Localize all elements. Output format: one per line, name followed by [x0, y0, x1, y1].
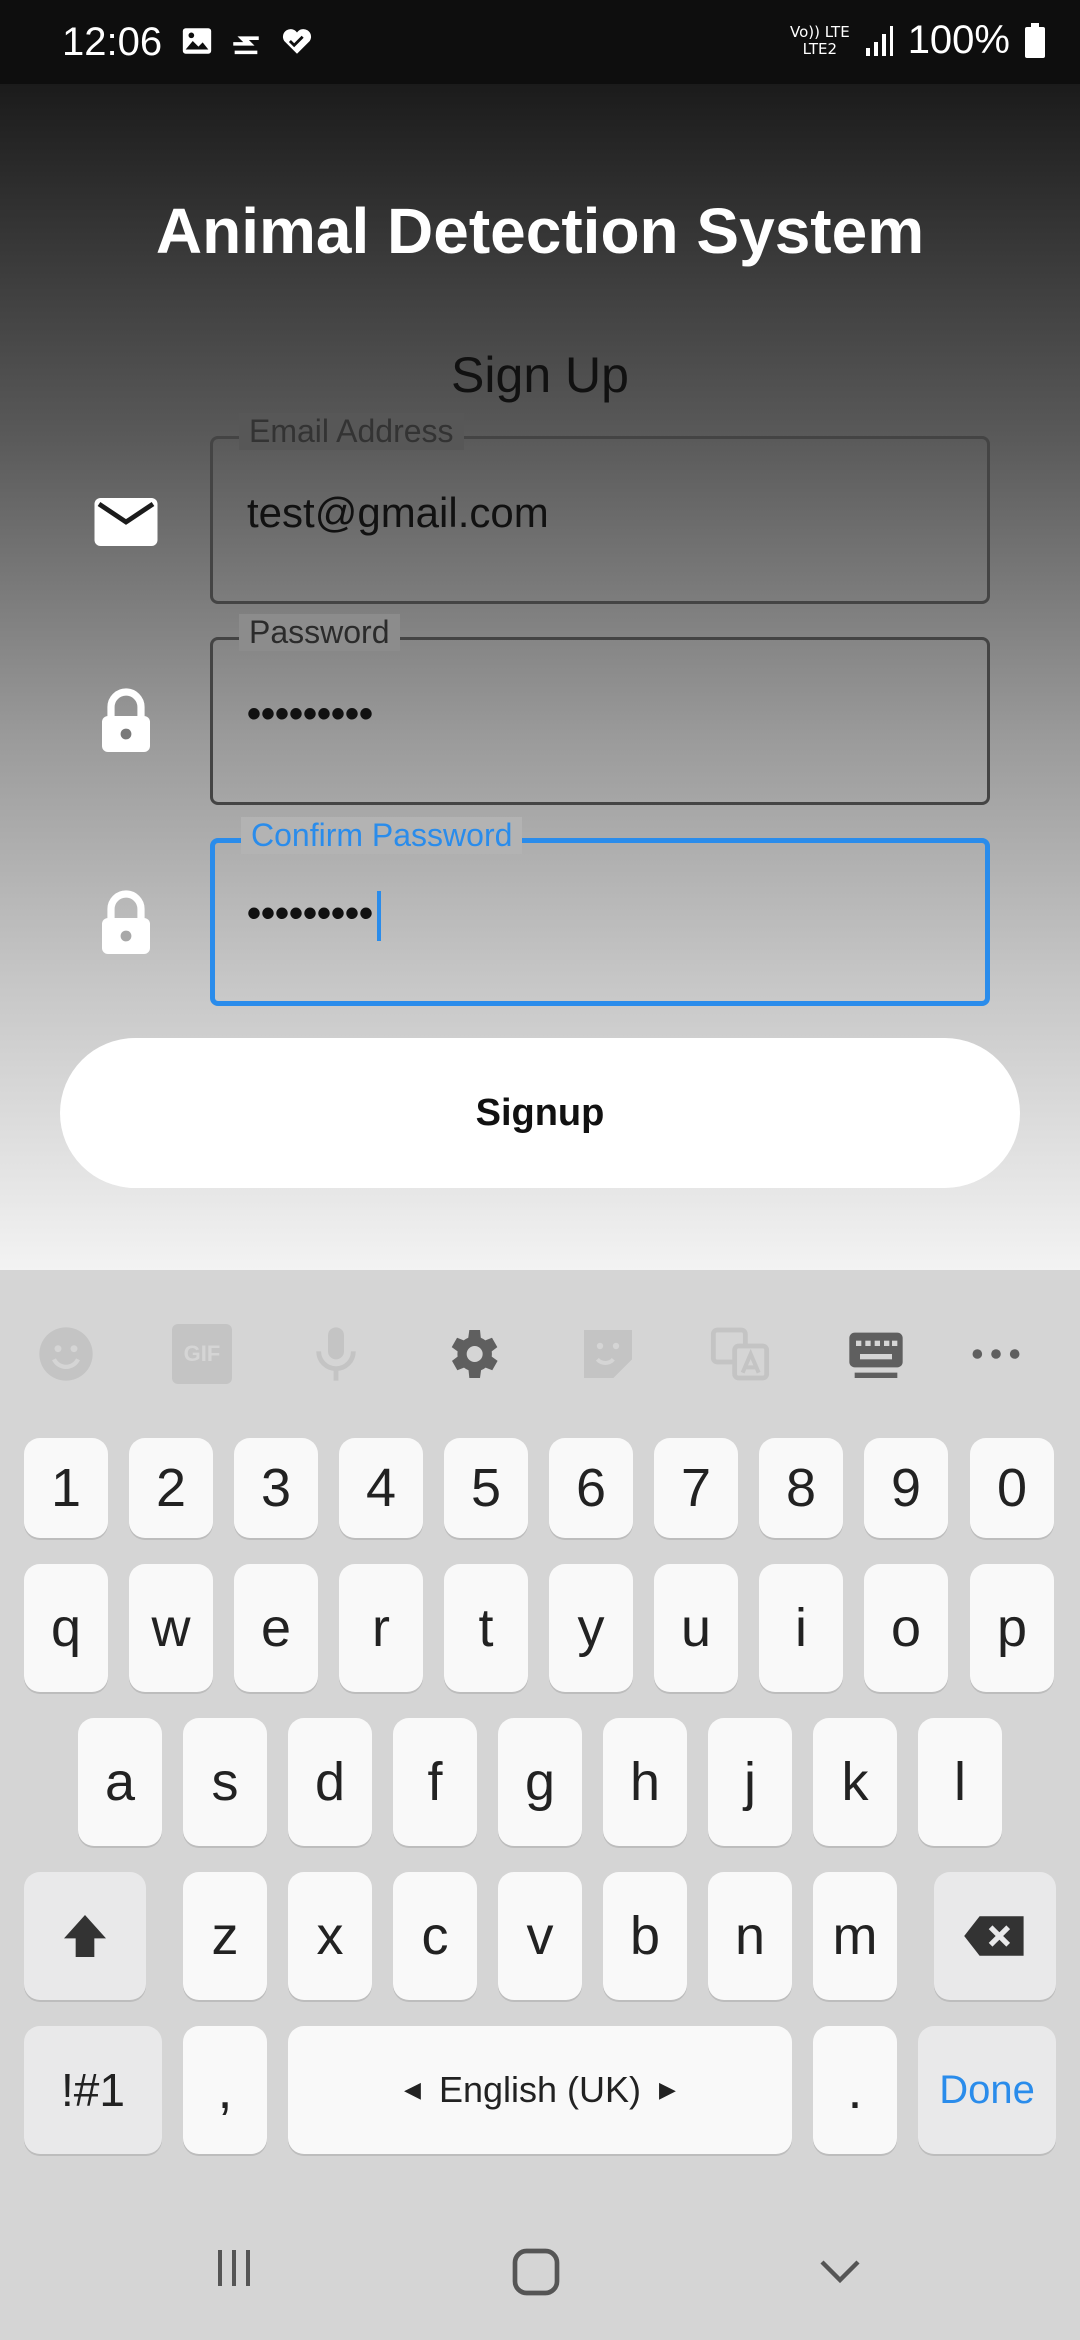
- key-v[interactable]: v: [498, 1872, 582, 2000]
- key-g[interactable]: g: [498, 1718, 582, 1846]
- network-type: Vo)) LTE LTE2: [790, 22, 850, 58]
- battery-percent: 100%: [907, 18, 1010, 62]
- space-key[interactable]: ◀ English (UK) ▶: [288, 2026, 792, 2154]
- network-label-bottom: LTE2: [802, 39, 838, 58]
- key-e[interactable]: e: [234, 1564, 318, 1692]
- key-f[interactable]: f: [393, 1718, 477, 1846]
- key-c[interactable]: c: [393, 1872, 477, 2000]
- sticker-icon[interactable]: [576, 1322, 640, 1386]
- key-m[interactable]: m: [813, 1872, 897, 2000]
- password-label: Password: [239, 614, 400, 651]
- key-o[interactable]: o: [864, 1564, 948, 1692]
- confirm-password-label: Confirm Password: [241, 817, 523, 854]
- key-9[interactable]: 9: [864, 1438, 948, 1538]
- navigation-bar: [0, 2160, 1080, 2340]
- key-x[interactable]: x: [288, 1872, 372, 2000]
- status-bar: 12:06 Vo)) LTE LTE2 100%: [0, 0, 1080, 84]
- email-value: test@gmail.com: [247, 489, 549, 536]
- lock-icon: [102, 890, 150, 954]
- shift-icon: [64, 1915, 106, 1957]
- done-key[interactable]: Done: [918, 2026, 1056, 2154]
- keyboard-toolbar: GIF: [0, 1270, 1080, 1440]
- key-w[interactable]: w: [129, 1564, 213, 1692]
- email-field[interactable]: Email Address test@gmail.com: [210, 413, 990, 604]
- translate-icon[interactable]: [708, 1322, 772, 1386]
- language-left-arrow-icon: ◀: [404, 2077, 421, 2102]
- backspace-key[interactable]: [934, 1872, 1056, 2000]
- signup-screen: Animal Detection System Sign Up Email Ad…: [0, 84, 1080, 1270]
- key-0[interactable]: 0: [970, 1438, 1054, 1538]
- language-right-arrow-icon: ▶: [659, 2077, 676, 2102]
- key-s[interactable]: s: [183, 1718, 267, 1846]
- key-6[interactable]: 6: [549, 1438, 633, 1538]
- key-a[interactable]: a: [78, 1718, 162, 1846]
- network-label-top: Vo)) LTE: [790, 22, 850, 41]
- key-3[interactable]: 3: [234, 1438, 318, 1538]
- app-title: Animal Detection System: [155, 195, 925, 267]
- confirm-password-value-wrap: •••••••••: [247, 891, 382, 941]
- form-title: Sign Up: [451, 347, 629, 403]
- gallery-icon: [182, 28, 212, 54]
- password-value: •••••••••: [247, 692, 374, 736]
- notification-icons: [180, 24, 316, 64]
- back-chevron-down-icon[interactable]: [812, 2248, 868, 2296]
- key-5[interactable]: 5: [444, 1438, 528, 1538]
- lock-icon: [102, 688, 150, 752]
- key-r[interactable]: r: [339, 1564, 423, 1692]
- gif-icon[interactable]: GIF: [172, 1324, 232, 1384]
- confirm-password-field[interactable]: Confirm Password •••••••••: [210, 817, 990, 1006]
- microphone-icon[interactable]: [304, 1322, 368, 1386]
- key-i[interactable]: i: [759, 1564, 843, 1692]
- key-2[interactable]: 2: [129, 1438, 213, 1538]
- key-u[interactable]: u: [654, 1564, 738, 1692]
- email-label: Email Address: [239, 413, 464, 450]
- keyboard: GIF 1 2 3 4 5 6 7 8 9 0 q w e r t y u i …: [0, 1270, 1080, 2160]
- key-d[interactable]: d: [288, 1718, 372, 1846]
- signup-button[interactable]: Signup: [60, 1038, 1020, 1188]
- settings-icon[interactable]: [440, 1322, 504, 1386]
- password-field[interactable]: Password •••••••••: [210, 614, 990, 805]
- key-k[interactable]: k: [813, 1718, 897, 1846]
- text-caret: [377, 891, 382, 941]
- key-p[interactable]: p: [970, 1564, 1054, 1692]
- space-key-label: English (UK): [438, 2069, 642, 2110]
- status-time: 12:06: [62, 20, 163, 64]
- email-icon: [94, 498, 158, 546]
- key-b[interactable]: b: [603, 1872, 687, 2000]
- key-j[interactable]: j: [708, 1718, 792, 1846]
- key-l[interactable]: l: [918, 1718, 1002, 1846]
- transfer-icon: [233, 36, 259, 55]
- more-icon[interactable]: [964, 1322, 1028, 1386]
- signal-icon: [865, 25, 893, 56]
- backspace-icon: [964, 1916, 1024, 1956]
- keyboard-icon[interactable]: [844, 1322, 908, 1386]
- key-h[interactable]: h: [603, 1718, 687, 1846]
- key-t[interactable]: t: [444, 1564, 528, 1692]
- shift-key[interactable]: [24, 1872, 146, 2000]
- key-1[interactable]: 1: [24, 1438, 108, 1538]
- emoji-icon[interactable]: [34, 1322, 98, 1386]
- status-right: Vo)) LTE LTE2 100%: [790, 18, 1046, 63]
- key-4[interactable]: 4: [339, 1438, 423, 1538]
- key-z[interactable]: z: [183, 1872, 267, 2000]
- recent-apps-icon[interactable]: [210, 2244, 258, 2292]
- key-n[interactable]: n: [708, 1872, 792, 2000]
- key-q[interactable]: q: [24, 1564, 108, 1692]
- key-8[interactable]: 8: [759, 1438, 843, 1538]
- symbols-key[interactable]: !#1: [24, 2026, 162, 2154]
- key-y[interactable]: y: [549, 1564, 633, 1692]
- health-icon: [282, 29, 312, 54]
- period-key[interactable]: .: [813, 2026, 897, 2154]
- battery-icon: [1025, 22, 1045, 58]
- comma-key[interactable]: ,: [183, 2026, 267, 2154]
- gif-label: GIF: [183, 1341, 221, 1366]
- key-7[interactable]: 7: [654, 1438, 738, 1538]
- home-icon[interactable]: [508, 2244, 564, 2300]
- confirm-password-value: •••••••••: [247, 891, 374, 936]
